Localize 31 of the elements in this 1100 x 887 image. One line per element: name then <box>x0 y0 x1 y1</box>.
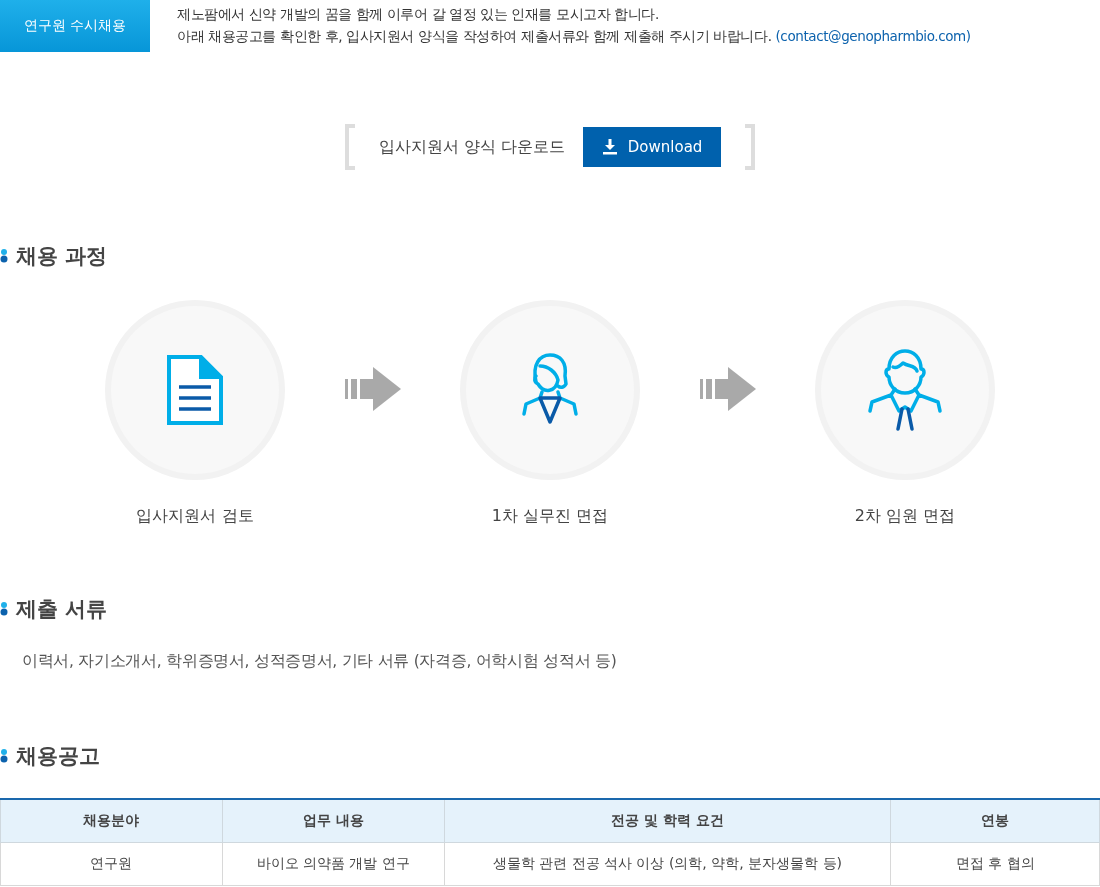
download-label: 입사지원서 양식 다운로드 <box>378 136 566 158</box>
download-button[interactable]: Download <box>583 127 722 167</box>
arrow-icon <box>344 367 401 411</box>
step-label: 2차 임원 면접 <box>854 506 956 527</box>
section-title: 제출 서류 <box>16 596 108 623</box>
table-cell: 바이오 의약품 개발 연구 <box>222 842 445 886</box>
email-link[interactable]: (contact@genopharmbio.com) <box>775 28 971 44</box>
bullet-dots-icon <box>0 248 8 264</box>
download-icon <box>601 139 618 155</box>
column-header: 채용분야 <box>0 799 223 843</box>
step-label: 1차 실무진 면접 <box>491 506 609 527</box>
intro-text: 아래 채용공고를 확인한 후, 입사지원서 양식을 작성하여 제출서류와 함께 제출해 주시기 바랍니다. (contact@genopharmbio.com) <box>177 28 971 46</box>
section-title: 채용 과정 <box>16 243 108 270</box>
bullet-dots-icon <box>0 748 8 764</box>
column-header: 연봉 <box>890 799 1100 843</box>
table-cell: 연구원 <box>0 842 223 886</box>
section-title: 채용공고 <box>16 743 100 770</box>
table-cell: 면접 후 협의 <box>890 842 1100 886</box>
bracket-decoration <box>344 124 355 170</box>
table-cell: 생물학 관련 전공 석사 이상 (의학, 약학, 분자생물학 등) <box>444 842 891 886</box>
category-badge: 연구원 수시채용 <box>0 0 150 52</box>
arrow-icon <box>699 367 756 411</box>
step-label: 입사지원서 검토 <box>136 506 254 527</box>
bullet-dots-icon <box>0 601 8 617</box>
documents-text: 이력서, 자기소개서, 학위증명서, 성적증명서, 기타 서류 (자격증, 어학시험 성적서 등) <box>22 651 618 672</box>
bracket-decoration <box>745 124 756 170</box>
column-header: 업무 내용 <box>222 799 445 843</box>
intro-text: 제노팜에서 신약 개발의 꿈을 함께 이루어 갈 열정 있는 인재를 모시고자 합니다. <box>177 6 660 24</box>
man-icon <box>867 349 943 431</box>
document-icon <box>167 355 223 425</box>
column-header: 전공 및 학력 요건 <box>444 799 891 843</box>
